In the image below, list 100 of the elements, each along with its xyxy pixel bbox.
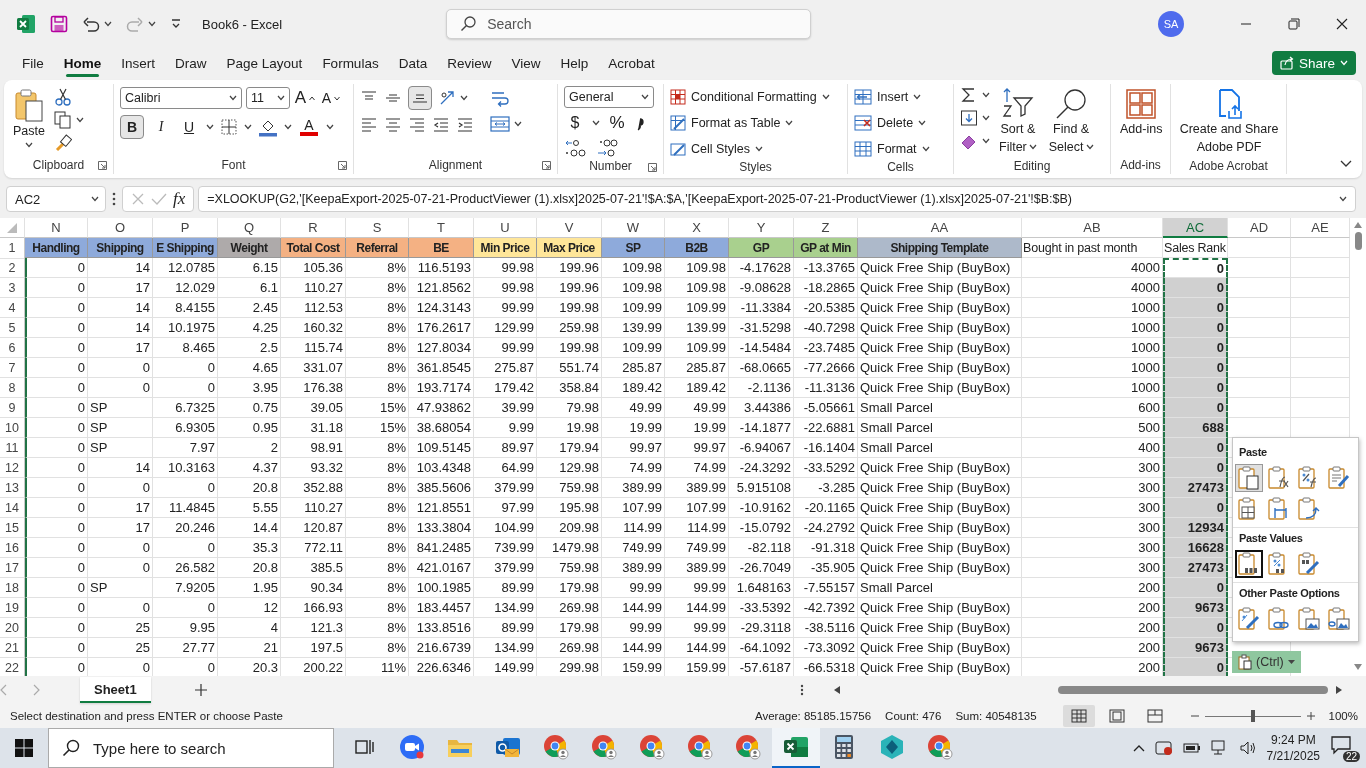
styles-button[interactable]: Format as Table [670, 112, 830, 134]
cells-button[interactable]: Insert [854, 86, 930, 108]
row-header[interactable]: 15 [0, 518, 25, 538]
insert-function-button[interactable]: fx [173, 189, 186, 209]
ribbon-tab[interactable]: File [12, 48, 54, 78]
column-header[interactable]: AA [858, 218, 1022, 238]
zoom-level[interactable]: 100% [1328, 710, 1358, 722]
column-header[interactable]: AB [1022, 218, 1163, 238]
font-name-select[interactable]: Calibri [120, 87, 242, 109]
styles-button[interactable]: Cell Styles [670, 138, 830, 160]
row-header[interactable]: 8 [0, 378, 25, 398]
row-header[interactable]: 2 [0, 258, 25, 278]
column-header[interactable]: AD [1228, 218, 1291, 238]
paste-ctrl-button[interactable]: (Ctrl) [1232, 651, 1301, 673]
italic-button[interactable]: I [150, 115, 172, 139]
user-avatar[interactable]: SA [1158, 11, 1184, 37]
table-cell: 275.87 [474, 358, 537, 378]
add-ins-button[interactable]: Add-ins [1117, 86, 1166, 140]
font-color-button[interactable]: A [298, 115, 320, 139]
shrink-font-button[interactable]: A [320, 86, 342, 110]
row-header[interactable]: 14 [0, 498, 25, 518]
create-pdf-button[interactable]: Create and Share Adobe PDF [1177, 86, 1281, 158]
row-header[interactable]: 21 [0, 638, 25, 658]
ribbon-tab[interactable]: Data [388, 48, 438, 78]
grow-font-button[interactable]: A [294, 86, 316, 110]
paste-button[interactable]: Paste [10, 86, 48, 150]
column-header[interactable]: V [537, 218, 602, 238]
row-header[interactable]: 18 [0, 578, 25, 598]
column-header[interactable]: Y [729, 218, 794, 238]
row-header[interactable]: 3 [0, 278, 25, 298]
ribbon-tab[interactable]: View [501, 48, 551, 78]
table-cell: 99.99 [474, 338, 537, 358]
row-header[interactable]: 6 [0, 338, 25, 358]
ribbon-tab[interactable]: Acrobat [598, 48, 665, 78]
column-header[interactable]: S [346, 218, 409, 238]
font-size-select[interactable]: 11 [246, 87, 290, 109]
table-cell: 105.36 [281, 258, 346, 278]
table-cell: -11.3384 [729, 298, 794, 318]
sort-filter-button[interactable]: Sort & Filter [996, 86, 1040, 158]
table-cell: 7.9205 [153, 578, 218, 598]
percent-button[interactable]: % [606, 111, 628, 135]
row-header[interactable]: 5 [0, 318, 25, 338]
styles-button[interactable]: Conditional Formatting [670, 86, 830, 108]
column-header[interactable]: W [602, 218, 665, 238]
column-header[interactable]: P [153, 218, 218, 238]
row-header[interactable]: 11 [0, 438, 25, 458]
column-header[interactable]: X [665, 218, 729, 238]
find-select-button[interactable]: Find & Select [1045, 86, 1097, 158]
column-header[interactable]: AE [1291, 218, 1350, 238]
table-cell: -64.1092 [729, 638, 794, 658]
table-cell: 4.37 [218, 458, 281, 478]
ribbon-tab[interactable]: Page Layout [216, 48, 313, 78]
taskbar-search-field[interactable]: Type here to search [48, 728, 334, 768]
underline-button[interactable]: U [178, 115, 200, 139]
table-cell: -73.3092 [794, 638, 858, 658]
column-header[interactable]: Z [794, 218, 858, 238]
formula-field[interactable]: =XLOOKUP(G2,'[KeepaExport-2025-07-21-ProductViewer (1).xlsx]2025-07-21'!$A:$A,'[KeepaExport-2025-07-21-ProductViewer (1).xlsx]2025-07-21'!$B:$B) [198, 186, 1356, 212]
column-header[interactable]: AC [1163, 218, 1228, 238]
bold-button[interactable]: B [120, 115, 144, 139]
search-field[interactable]: Search [446, 9, 812, 39]
ribbon-tab[interactable]: Home [53, 48, 112, 78]
table-cell: 1.648163 [729, 578, 794, 598]
table-cell: 5.915108 [729, 478, 794, 498]
table-cell: 197.5 [281, 638, 346, 658]
ribbon-tab[interactable]: Draw [165, 48, 217, 78]
ribbon-tab[interactable]: Formulas [312, 48, 389, 78]
column-header[interactable]: U [474, 218, 537, 238]
ribbon-tab[interactable]: Insert [111, 48, 166, 78]
row-header[interactable]: 9 [0, 398, 25, 418]
column-header[interactable]: N [25, 218, 88, 238]
ribbon-tab[interactable]: Help [550, 48, 599, 78]
clock[interactable]: 9:24 PM 7/21/2025 [1266, 731, 1320, 765]
column-header[interactable]: Q [218, 218, 281, 238]
table-cell: 1479.98 [537, 538, 602, 558]
column-header[interactable]: O [88, 218, 153, 238]
table-cell: 39.99 [474, 398, 537, 418]
row-header[interactable]: 17 [0, 558, 25, 578]
row-header[interactable]: 20 [0, 618, 25, 638]
row-header[interactable]: 10 [0, 418, 25, 438]
row-header[interactable]: 16 [0, 538, 25, 558]
row-header[interactable]: 12 [0, 458, 25, 478]
sheet-tab[interactable]: Sheet1 [80, 677, 151, 703]
number-format-select[interactable]: General [564, 86, 654, 108]
row-header[interactable]: 7 [0, 358, 25, 378]
table-cell: Quick Free Ship (BuyBox) [858, 618, 1022, 638]
row-header[interactable]: 4 [0, 298, 25, 318]
name-box[interactable]: AC2 [6, 186, 106, 212]
table-cell: 90.34 [281, 578, 346, 598]
ribbon-tab[interactable]: Review [437, 48, 502, 78]
column-header[interactable]: T [409, 218, 474, 238]
row-header[interactable]: 19 [0, 598, 25, 618]
column-header[interactable]: R [281, 218, 346, 238]
share-button[interactable]: Share [1271, 51, 1356, 75]
header-cell: SP [602, 238, 665, 258]
row-header[interactable]: 13 [0, 478, 25, 498]
currency-button[interactable]: $ [564, 111, 586, 135]
cells-button[interactable]: Format [854, 138, 930, 160]
cells-button[interactable]: Delete [854, 112, 930, 134]
table-cell: 20.8 [218, 558, 281, 578]
table-cell: -10.9162 [729, 498, 794, 518]
